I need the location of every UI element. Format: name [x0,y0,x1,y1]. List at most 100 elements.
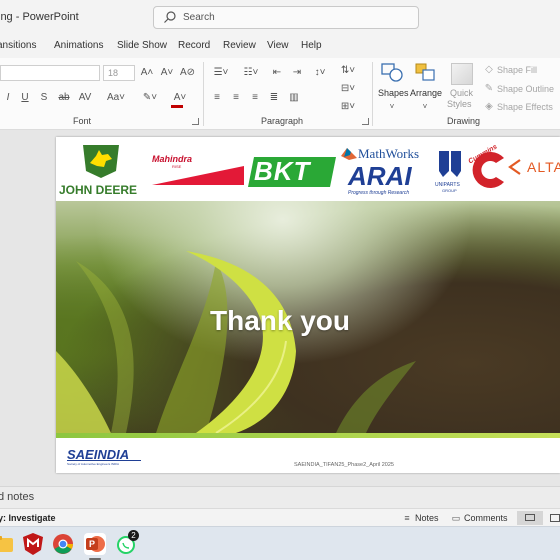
shapes-label[interactable]: Shapes [378,88,409,98]
sponsor-logos: JOHN DEERE Mahindra RISE BKT MathWorks A… [56,137,560,201]
saeindia-sub-text: Society of Automotive Engineers INDIA [67,462,120,466]
font-size-dropdown[interactable]: 18 [103,65,135,81]
shapes-chevron-icon: ˅ [389,102,395,111]
shape-fill-button[interactable]: Shape Fill [497,65,537,75]
alta-logo-icon [508,159,521,175]
arrange-icon[interactable] [414,62,438,84]
align-left-icon[interactable]: ≡ [210,91,224,105]
tab-review[interactable]: Review [223,40,256,51]
tab-record[interactable]: Record [178,40,210,51]
taskbar: P 2 [0,526,560,560]
numbering-icon[interactable]: ☷˅ [240,66,262,80]
bullets-icon[interactable]: ☰˅ [210,66,232,80]
separator [372,62,373,126]
columns-icon[interactable]: ▥ [287,91,301,105]
separator [203,62,204,126]
arrange-chevron-icon: ˅ [422,102,428,111]
align-text-icon[interactable]: ⊟˅ [340,82,356,96]
font-color-icon[interactable]: A˅ [170,91,190,105]
shape-fill-icon[interactable]: ◇ [483,63,495,77]
mathworks-logo-text: MathWorks [358,146,420,161]
whatsapp-notification-badge: 2 [128,530,139,541]
title-bar: ing - PowerPoint Search [0,0,560,36]
comments-icon[interactable]: ▭ [450,511,462,525]
bkt-logo-text: BKT [254,156,311,186]
tab-animations[interactable]: Animations [54,40,103,51]
powerpoint-app-icon[interactable]: P [82,531,108,557]
increase-font-icon[interactable]: A˄ [140,66,154,80]
shape-outline-button[interactable]: Shape Outline [497,84,554,94]
notes-pane[interactable]: d notes [0,486,560,508]
arai-logo-text: ARAI [348,161,412,191]
drawing-group-label: Drawing [447,116,481,126]
search-icon [164,11,176,23]
mathworks-membrane-icon [341,148,357,160]
chrome-app-icon[interactable] [50,531,76,557]
justify-icon[interactable]: ≣ [267,91,281,105]
saeindia-underline [67,460,141,461]
character-spacing-icon[interactable]: AV [78,91,92,105]
search-placeholder: Search [183,12,215,23]
notes-button[interactable]: Notes [415,513,439,523]
status-bar: y: Investigate ≡ Notes ▭ Comments [0,508,560,526]
font-color-swatch [171,105,183,108]
decrease-font-icon[interactable]: A˅ [160,66,174,80]
clear-format-icon[interactable]: A⊘ [180,66,195,80]
search-box[interactable]: Search [153,6,419,29]
svg-text:P: P [89,539,95,549]
align-right-icon[interactable]: ≡ [248,91,262,105]
paragraph-dialog-launcher[interactable] [362,118,369,125]
shadow-icon[interactable]: S [39,91,49,105]
alta-logo-text: ALTA [527,159,560,175]
align-center-icon[interactable]: ≡ [229,91,243,105]
strikethrough-icon[interactable]: ab [57,91,71,105]
notes-placeholder: d notes [0,491,35,503]
line-spacing-icon[interactable]: ↕˅ [310,66,330,80]
shapes-icon[interactable] [381,62,405,84]
arai-tagline-text: Progress through Research [348,190,410,196]
uniparts-logo-icon [439,151,461,177]
quick-styles-label-2[interactable]: Styles [447,99,472,109]
font-family-dropdown[interactable] [0,65,100,81]
comments-button[interactable]: Comments [464,513,508,523]
font-dialog-launcher[interactable] [192,118,199,125]
slide-footer-text: SAEINDIA_TIFAN25_Phase2_April 2025 [294,462,394,468]
slide-title[interactable]: Thank you [0,305,560,337]
smartart-icon[interactable]: ⊞˅ [340,100,356,114]
italic-icon[interactable]: I [3,91,13,105]
tab-slide-show[interactable]: Slide Show [117,40,167,51]
slide-sorter-icon[interactable] [550,514,560,522]
shape-effects-icon[interactable]: ◈ [483,100,495,114]
font-size-value: 18 [108,68,119,78]
normal-view-button[interactable] [517,511,543,525]
change-case-icon[interactable]: Aa˅ [106,91,126,105]
ribbon-tabs: ansitions Animations Slide Show Record R… [0,36,560,58]
underline-icon[interactable]: U [20,91,30,105]
text-direction-icon[interactable]: ⇅˅ [340,64,356,78]
increase-indent-icon[interactable]: ⇥ [290,66,304,80]
mahindra-swoosh-logo [152,166,244,185]
folder-app-icon[interactable] [0,531,16,557]
tab-help[interactable]: Help [301,40,322,51]
shape-outline-icon[interactable]: ✎ [483,82,495,96]
quick-styles-icon[interactable] [451,63,473,85]
decrease-indent-icon[interactable]: ⇤ [270,66,284,80]
tab-transitions[interactable]: ansitions [0,40,36,51]
notes-icon[interactable]: ≡ [401,511,413,525]
highlight-icon[interactable]: ✎˅ [140,91,160,105]
normal-view-icon [525,514,535,521]
window-title: ing - PowerPoint [0,11,79,23]
ribbon: 18 A˄ A˅ A⊘ I U S ab AV Aa˅ ✎˅ A˅ Font ☰… [0,58,560,130]
paragraph-group-label: Paragraph [261,116,304,126]
arrange-label[interactable]: Arrange [410,88,442,98]
uniparts-sub-text: GROUP [442,188,457,193]
john-deere-logo-text: JOHN DEERE [59,183,138,197]
shape-effects-button[interactable]: Shape Effects [497,102,553,112]
font-group-label: Font [73,116,92,126]
tab-view[interactable]: View [267,40,289,51]
saeindia-logo: SAEINDIA Society of Automotive Engineers… [67,447,141,466]
accessibility-status[interactable]: y: Investigate [0,513,56,523]
john-deere-deer-logo [83,145,119,178]
quick-styles-label[interactable]: Quick [450,88,473,98]
mcafee-app-icon[interactable] [20,531,46,557]
